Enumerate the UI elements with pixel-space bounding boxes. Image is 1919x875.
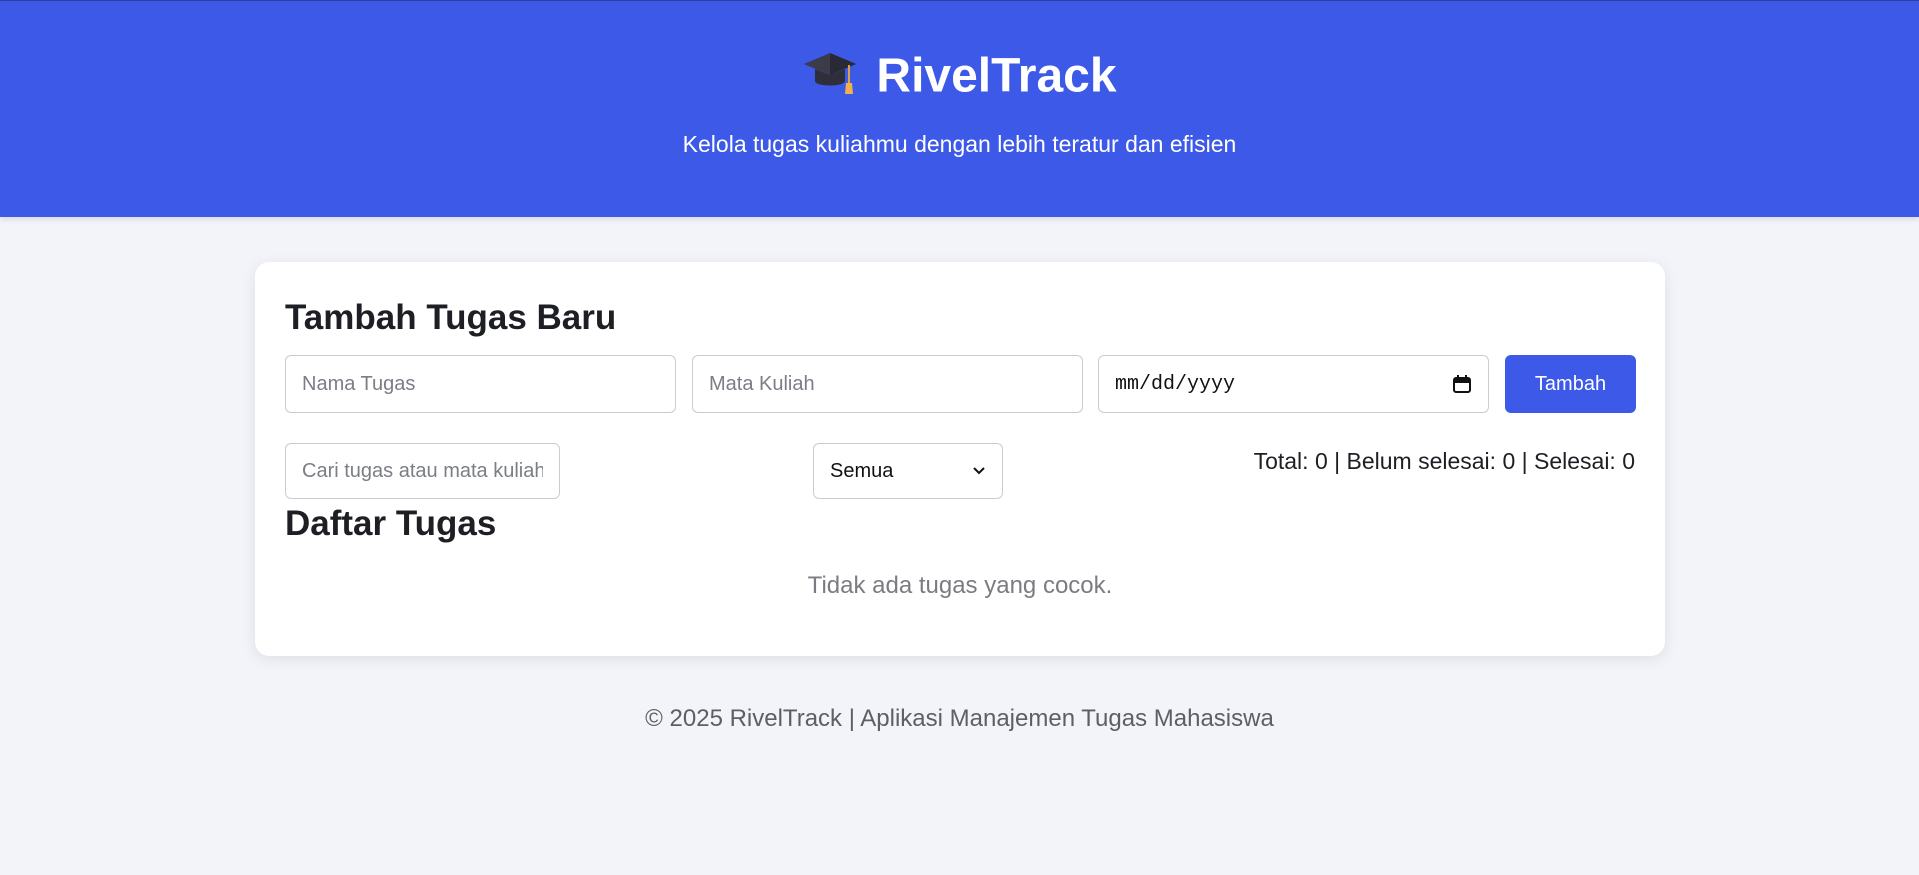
add-task-title: Tambah Tugas Baru [285, 298, 617, 337]
task-name-input[interactable] [285, 355, 676, 413]
task-stats: Total: 0 | Belum selesai: 0 | Selesai: 0 [1253, 448, 1635, 474]
due-date-input[interactable]: mm/dd/yyyy [1098, 355, 1489, 413]
app-header: RivelTrack Kelola tugas kuliahmu dengan … [0, 0, 1919, 217]
app-tagline: Kelola tugas kuliahmu dengan lebih terat… [682, 131, 1237, 157]
chevron-down-icon [973, 467, 985, 475]
course-input[interactable] [692, 355, 1083, 413]
date-placeholder: mm/dd/yyyy [1115, 372, 1236, 396]
empty-list-message: Tidak ada tugas yang cocok. [807, 572, 1113, 599]
graduation-cap-icon [804, 53, 857, 95]
page-footer: © 2025 RivelTrack | Aplikasi Manajemen T… [645, 705, 1274, 732]
add-task-button[interactable]: Tambah [1505, 355, 1636, 413]
app-brand: RivelTrack [0, 45, 1919, 105]
app-title: RivelTrack [876, 49, 1117, 103]
task-card: Tambah Tugas Baru mm/dd/yyyy Tambah Semu… [255, 262, 1665, 656]
task-list-title: Daftar Tugas [285, 504, 497, 543]
status-filter-select[interactable]: Semua [813, 443, 1003, 499]
calendar-icon[interactable] [1452, 374, 1472, 394]
search-input[interactable] [285, 443, 560, 499]
status-filter-value: Semua [830, 459, 894, 482]
